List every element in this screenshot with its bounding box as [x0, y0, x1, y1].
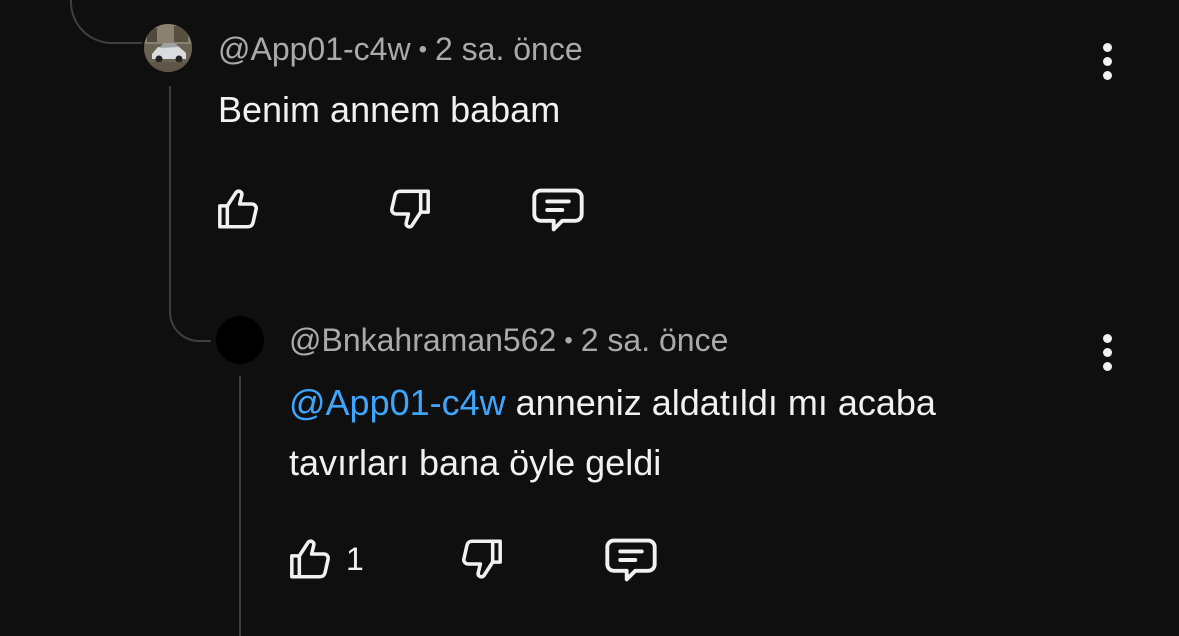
thumbs-down-icon	[462, 539, 502, 579]
comment-text-line: tavırları bana öyle geldi	[289, 442, 662, 483]
thumbs-up-icon	[290, 539, 330, 579]
comment-meta: @App01-c4w • 2 sa. önce	[218, 29, 583, 70]
timestamp: 2 sa. önce	[580, 322, 729, 358]
like-count: 1	[346, 541, 364, 577]
thread-connector-top	[70, 0, 142, 44]
thumbs-up-icon	[218, 189, 258, 229]
car-photo-avatar-icon	[144, 24, 192, 72]
like-button[interactable]	[214, 184, 274, 234]
thread-line-reply-vertical	[239, 376, 243, 636]
comment-text: Benim annem babam	[218, 89, 561, 130]
more-vert-icon[interactable]	[1087, 33, 1127, 89]
separator-dot: •	[564, 327, 573, 354]
author-handle[interactable]: @Bnkahraman562	[289, 322, 556, 358]
avatar[interactable]	[144, 24, 192, 72]
author-handle[interactable]: @App01-c4w	[218, 31, 411, 67]
reply-button[interactable]	[603, 534, 659, 586]
thread-connector-reply	[169, 294, 211, 342]
comment-text-line: @App01-c4w anneniz aldatıldı mı acaba	[289, 373, 936, 433]
black-circle-avatar-icon	[216, 316, 264, 364]
separator-dot: •	[418, 36, 427, 63]
more-vert-icon[interactable]	[1087, 324, 1127, 380]
like-button[interactable]: 1	[286, 534, 364, 584]
comment-text-part: anneniz aldatıldı mı acaba	[505, 382, 936, 423]
thumbs-down-icon	[390, 189, 430, 229]
reply-button[interactable]	[530, 184, 586, 236]
mention-link[interactable]: @App01-c4w	[289, 382, 506, 423]
comment-icon	[605, 538, 657, 582]
dislike-button[interactable]	[384, 184, 434, 234]
timestamp: 2 sa. önce	[434, 31, 583, 67]
comment-icon	[532, 188, 584, 232]
avatar[interactable]	[216, 316, 264, 364]
comment-text: @App01-c4w anneniz aldatıldı mı acaba ta…	[289, 373, 936, 493]
thread-line-vertical	[169, 86, 173, 296]
dislike-button[interactable]	[456, 534, 506, 584]
comment-meta: @Bnkahraman562 • 2 sa. önce	[289, 320, 728, 361]
